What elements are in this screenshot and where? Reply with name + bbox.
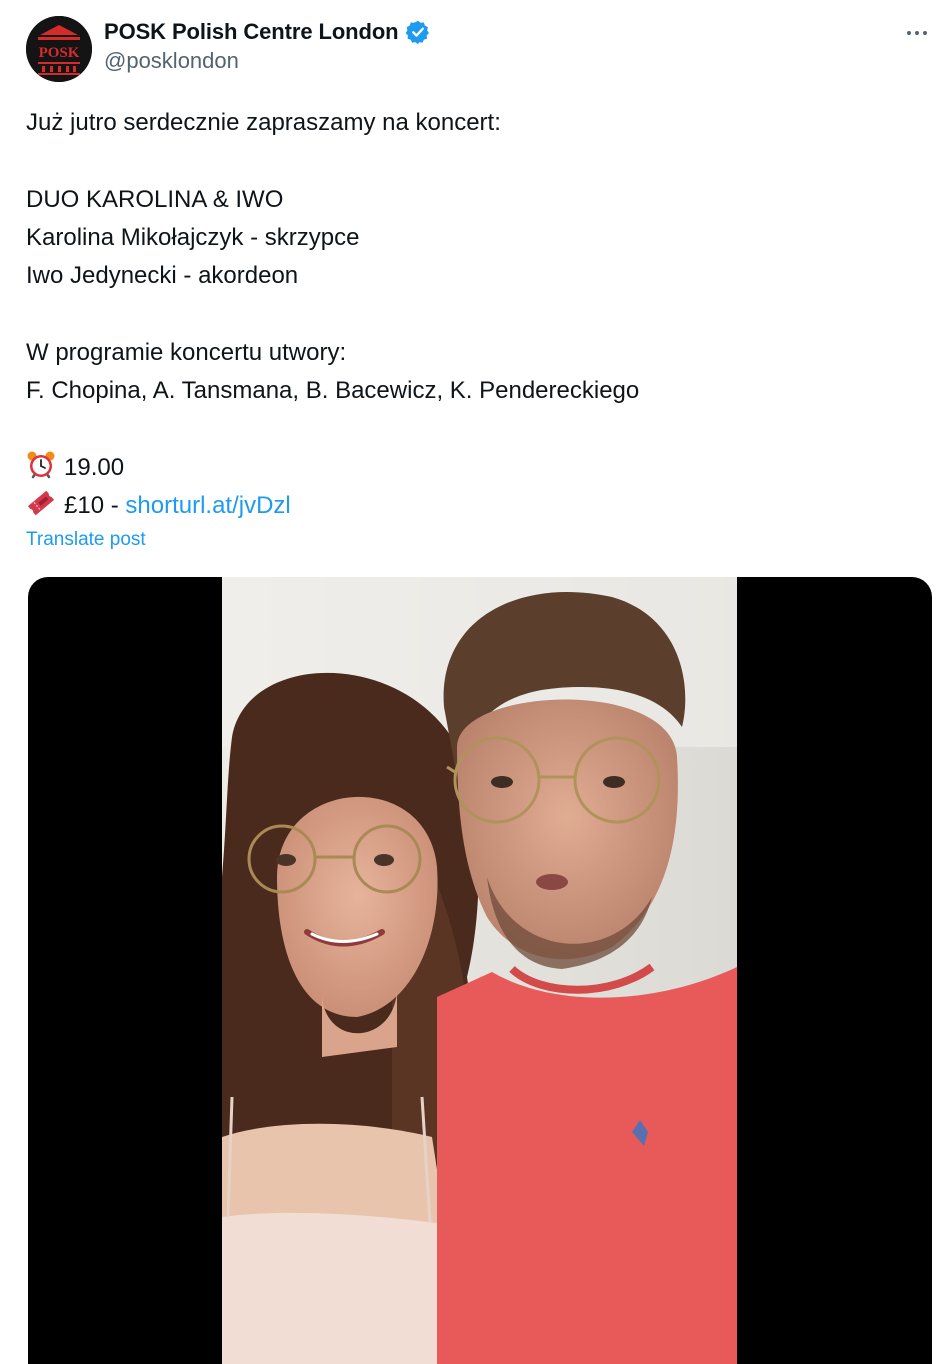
video-thumbnail [222,577,737,1364]
post-line: Iwo Jedynecki - akordeon [26,262,299,290]
posk-logo: POSK [26,16,92,82]
post-line [26,142,926,180]
ticket-link[interactable]: shorturl.at/jvDzl [125,492,290,519]
post-line: Już jutro serdecznie zapraszamy na konce… [26,109,501,136]
verified-badge-icon [405,20,429,45]
author-handle[interactable]: @posklondon [104,48,239,74]
svg-text:POSK: POSK [39,45,80,61]
post-line: F. Chopina, A. Tansmana, B. Bacewicz, K.… [26,377,640,405]
more-horizontal-icon [907,31,911,35]
more-options-button[interactable] [902,18,932,48]
event-time: 19.00 [64,453,125,481]
more-dot [915,31,919,35]
ticket-price: £10 - [64,491,126,519]
post-line: W programie koncertu utwory: [26,338,347,366]
time-line: 19.00 [26,449,926,487]
alarm-clock-icon [27,451,55,478]
ticket-icon [27,490,55,516]
more-dot [923,31,927,35]
author-name-row: POSK Polish Centre London [104,16,431,48]
author-display-name[interactable]: POSK Polish Centre London [104,19,399,45]
post-line: DUO KAROLINA & IWO [26,185,284,213]
avatar[interactable]: POSK [26,16,92,82]
translate-post-link[interactable]: Translate post [26,529,146,551]
post-text: Już jutro serdecznie zapraszamy na konce… [26,104,926,525]
price-line: £10 - shorturl.at/jvDzl [26,487,926,525]
post-line [26,410,926,448]
tweet: POSK POSK Polish Centre London @posklond… [0,0,952,1364]
post-line: Karolina Mikołajczyk - skrzypce [26,223,360,251]
video-player[interactable] [28,577,932,1364]
video-frame [222,577,737,1364]
post-line [26,295,926,333]
